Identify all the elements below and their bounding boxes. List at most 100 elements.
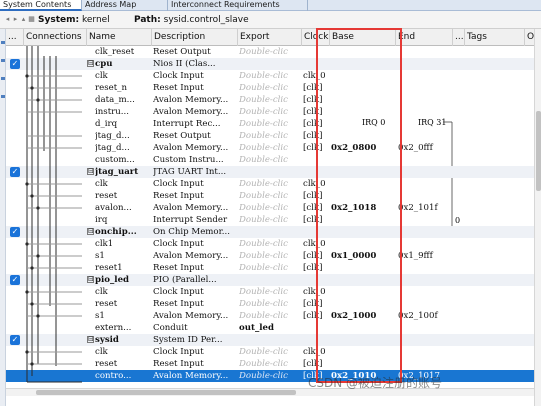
- collapse-icon[interactable]: ⊟: [87, 336, 94, 343]
- base-address-cell[interactable]: [331, 334, 394, 346]
- component-row[interactable]: ✓ ⊟ sysid System ID Per...: [6, 334, 534, 346]
- component-row[interactable]: ✓ ⊟ onchip... On Chip Memor...: [6, 226, 534, 238]
- clock-cell[interactable]: [303, 226, 329, 238]
- end-address-cell[interactable]: [398, 298, 453, 310]
- clock-cell[interactable]: [clk]: [303, 298, 329, 310]
- end-address-cell[interactable]: [398, 106, 453, 118]
- interface-row[interactable]: s1 Avalon Memory... Double-clic [clk] 0x2_10…: [6, 310, 534, 322]
- export-cell[interactable]: Double-clic: [239, 154, 301, 166]
- col-irq[interactable]: ...: [453, 29, 465, 46]
- end-address-cell[interactable]: [398, 70, 453, 82]
- interface-row[interactable]: clk Clock Input Double-clic clk_0: [6, 346, 534, 358]
- interface-row[interactable]: avalon... Avalon Memory... Double-clic [clk…: [6, 202, 534, 214]
- base-address-cell[interactable]: 0x2_1000: [331, 310, 394, 322]
- interface-row[interactable]: custom... Custom Instru... Double-clic: [6, 154, 534, 166]
- base-address-cell[interactable]: [331, 94, 394, 106]
- col-tags[interactable]: Tags: [465, 29, 525, 46]
- interface-row[interactable]: clk Clock Input Double-clic clk_0: [6, 70, 534, 82]
- end-address-cell[interactable]: [398, 190, 453, 202]
- end-address-cell[interactable]: 0x2_0fff: [398, 142, 453, 154]
- end-address-cell[interactable]: [398, 94, 453, 106]
- export-cell[interactable]: Double-clic: [239, 250, 301, 262]
- export-cell[interactable]: Double-clic: [239, 178, 301, 190]
- use-checkbox[interactable]: ✓: [10, 275, 20, 285]
- horizontal-scroll-thumb[interactable]: [36, 390, 296, 395]
- base-address-cell[interactable]: [331, 190, 394, 202]
- end-address-cell[interactable]: 0x1_9fff: [398, 250, 453, 262]
- export-cell[interactable]: Double-clic: [239, 286, 301, 298]
- export-cell[interactable]: [239, 58, 301, 70]
- collapse-icon[interactable]: ⊟: [87, 228, 94, 235]
- export-cell[interactable]: out_led: [239, 322, 301, 334]
- export-cell[interactable]: Double-clic: [239, 346, 301, 358]
- side-tool-icon[interactable]: [1, 77, 5, 80]
- tab-system-contents[interactable]: System Contents: [0, 0, 82, 11]
- end-address-cell[interactable]: [398, 154, 453, 166]
- clock-cell[interactable]: [clk]: [303, 214, 329, 226]
- end-address-cell[interactable]: [398, 334, 453, 346]
- interface-row[interactable]: s1 Avalon Memory... Double-clic [clk] 0x1_00…: [6, 250, 534, 262]
- col-name[interactable]: Name: [87, 29, 152, 46]
- clock-cell[interactable]: clk_0: [303, 286, 329, 298]
- end-address-cell[interactable]: [398, 274, 453, 286]
- clock-cell[interactable]: [clk]: [303, 202, 329, 214]
- end-address-cell[interactable]: [398, 346, 453, 358]
- clock-cell[interactable]: [clk]: [303, 118, 329, 130]
- export-cell[interactable]: Double-clic: [239, 214, 301, 226]
- vertical-scrollbar[interactable]: [534, 29, 541, 406]
- export-cell[interactable]: Double-clic: [239, 358, 301, 370]
- collapse-icon[interactable]: ⊟: [87, 276, 94, 283]
- end-address-cell[interactable]: [398, 358, 453, 370]
- base-address-cell[interactable]: [331, 106, 394, 118]
- clock-cell[interactable]: [303, 166, 329, 178]
- export-cell[interactable]: Double-clic: [239, 298, 301, 310]
- base-address-cell[interactable]: [331, 274, 394, 286]
- use-checkbox[interactable]: ✓: [10, 335, 20, 345]
- clock-cell[interactable]: [303, 154, 329, 166]
- base-address-cell[interactable]: [331, 46, 394, 58]
- base-address-cell[interactable]: [331, 178, 394, 190]
- clock-cell[interactable]: [303, 274, 329, 286]
- clock-cell[interactable]: [303, 334, 329, 346]
- end-address-cell[interactable]: [398, 166, 453, 178]
- col-export[interactable]: Export: [238, 29, 302, 46]
- export-cell[interactable]: Double-clic: [239, 190, 301, 202]
- base-address-cell[interactable]: [331, 166, 394, 178]
- clock-cell[interactable]: [303, 46, 329, 58]
- component-row[interactable]: ✓ ⊟ pio_led PIO (Parallel...: [6, 274, 534, 286]
- interface-row[interactable]: extern... Conduit out_led: [6, 322, 534, 334]
- clock-cell[interactable]: clk_0: [303, 238, 329, 250]
- interface-row[interactable]: clk1 Clock Input Double-clic clk_0: [6, 238, 534, 250]
- interface-row[interactable]: contro... Avalon Memory... Double-clic [clk…: [6, 370, 534, 382]
- export-cell[interactable]: Double-clic: [239, 118, 301, 130]
- export-cell[interactable]: Double-clic: [239, 82, 301, 94]
- end-address-cell[interactable]: [398, 46, 453, 58]
- interface-row[interactable]: reset_n Reset Input Double-clic [clk]: [6, 82, 534, 94]
- vertical-scroll-thumb[interactable]: [536, 111, 541, 191]
- export-cell[interactable]: Double-clic: [239, 262, 301, 274]
- col-opcode[interactable]: O: [525, 29, 534, 46]
- interface-row[interactable]: instru... Avalon Memory... Double-clic [clk…: [6, 106, 534, 118]
- end-address-cell[interactable]: [398, 238, 453, 250]
- component-row[interactable]: ✓ ⊟ cpu Nios II (Clas...: [6, 58, 534, 70]
- base-address-cell[interactable]: [331, 262, 394, 274]
- interface-row[interactable]: reset1 Reset Input Double-clic [clk]: [6, 262, 534, 274]
- export-cell[interactable]: Double-clic: [239, 94, 301, 106]
- clock-cell[interactable]: [clk]: [303, 94, 329, 106]
- clock-cell[interactable]: clk_0: [303, 70, 329, 82]
- export-cell[interactable]: [239, 166, 301, 178]
- export-cell[interactable]: Double-clic: [239, 106, 301, 118]
- end-address-cell[interactable]: [398, 262, 453, 274]
- base-address-cell[interactable]: [331, 298, 394, 310]
- clock-cell[interactable]: [303, 322, 329, 334]
- interface-row[interactable]: irq Interrupt Sender Double-clic [clk]: [6, 214, 534, 226]
- tab-address-map[interactable]: Address Map: [82, 0, 168, 11]
- arrow-right-icon[interactable]: ▸: [12, 15, 19, 24]
- base-address-cell[interactable]: [331, 226, 394, 238]
- col-use[interactable]: ...: [6, 29, 24, 46]
- base-address-cell[interactable]: [331, 130, 394, 142]
- clock-cell[interactable]: clk_0: [303, 346, 329, 358]
- export-cell[interactable]: Double-clic: [239, 142, 301, 154]
- export-cell[interactable]: Double-clic: [239, 370, 301, 382]
- interface-row[interactable]: clk Clock Input Double-clic clk_0: [6, 178, 534, 190]
